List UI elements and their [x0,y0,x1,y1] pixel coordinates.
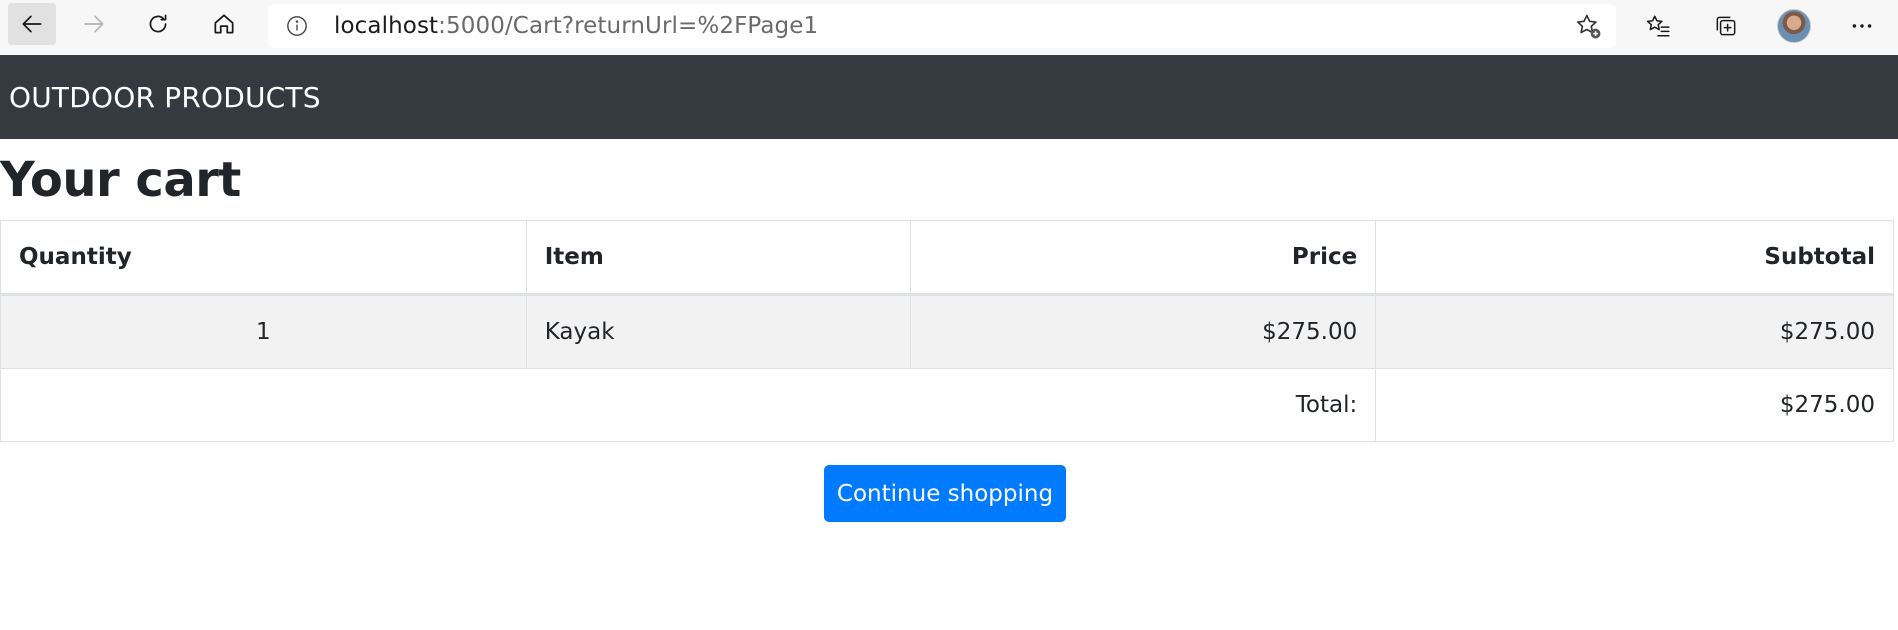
forward-arrow-icon [84,15,104,33]
more-dots-icon [1852,24,1872,28]
column-header-quantity: Quantity [0,220,527,296]
column-header-price: Price [909,220,1377,296]
collections-button[interactable] [1702,4,1750,48]
brand-title[interactable]: OUTDOOR PRODUCTS [9,81,321,114]
home-icon [214,14,234,34]
cell-quantity: 1 [0,294,527,369]
home-button[interactable] [200,3,248,45]
table-row: 1 Kayak $275.00 $275.00 [0,294,1894,369]
more-button[interactable] [1838,4,1886,48]
url-path: :5000/Cart?returnUrl=%2FPage1 [438,13,819,39]
reload-icon [149,14,167,33]
reload-button[interactable] [134,3,182,45]
forward-button[interactable] [70,3,118,45]
browser-toolbar: localhost:5000/Cart?returnUrl=%2FPage1 [0,0,1898,55]
cart-table: Quantity Item Price Subtotal 1 Kayak $27… [0,220,1894,442]
cell-subtotal: $275.00 [1375,294,1894,369]
cell-item: Kayak [525,294,911,369]
info-icon[interactable] [286,15,308,37]
back-arrow-icon [22,15,42,33]
address-bar[interactable]: localhost:5000/Cart?returnUrl=%2FPage1 [268,4,1616,48]
profile-button[interactable] [1770,4,1818,48]
collections-icon [1716,16,1736,36]
table-total-row: Total: $275.00 [0,368,1894,442]
table-header-row: Quantity Item Price Subtotal [0,220,1894,296]
url-host: localhost [334,13,439,39]
favorites-list-icon [1646,15,1670,37]
page-title: Your cart [0,152,241,208]
total-value: $275.00 [1375,368,1894,442]
url-text[interactable]: localhost:5000/Cart?returnUrl=%2FPage1 [334,13,818,39]
favorites-button[interactable] [1634,4,1682,48]
continue-shopping-button[interactable]: Continue shopping [824,465,1066,522]
navbar: OUTDOOR PRODUCTS [0,55,1898,139]
column-header-item: Item [525,220,911,296]
cell-price: $275.00 [909,294,1377,369]
back-button[interactable] [8,3,56,45]
avatar [1777,9,1811,43]
column-header-subtotal: Subtotal [1375,220,1894,296]
total-label: Total: [0,368,1377,442]
star-plus-icon[interactable] [1574,12,1602,40]
